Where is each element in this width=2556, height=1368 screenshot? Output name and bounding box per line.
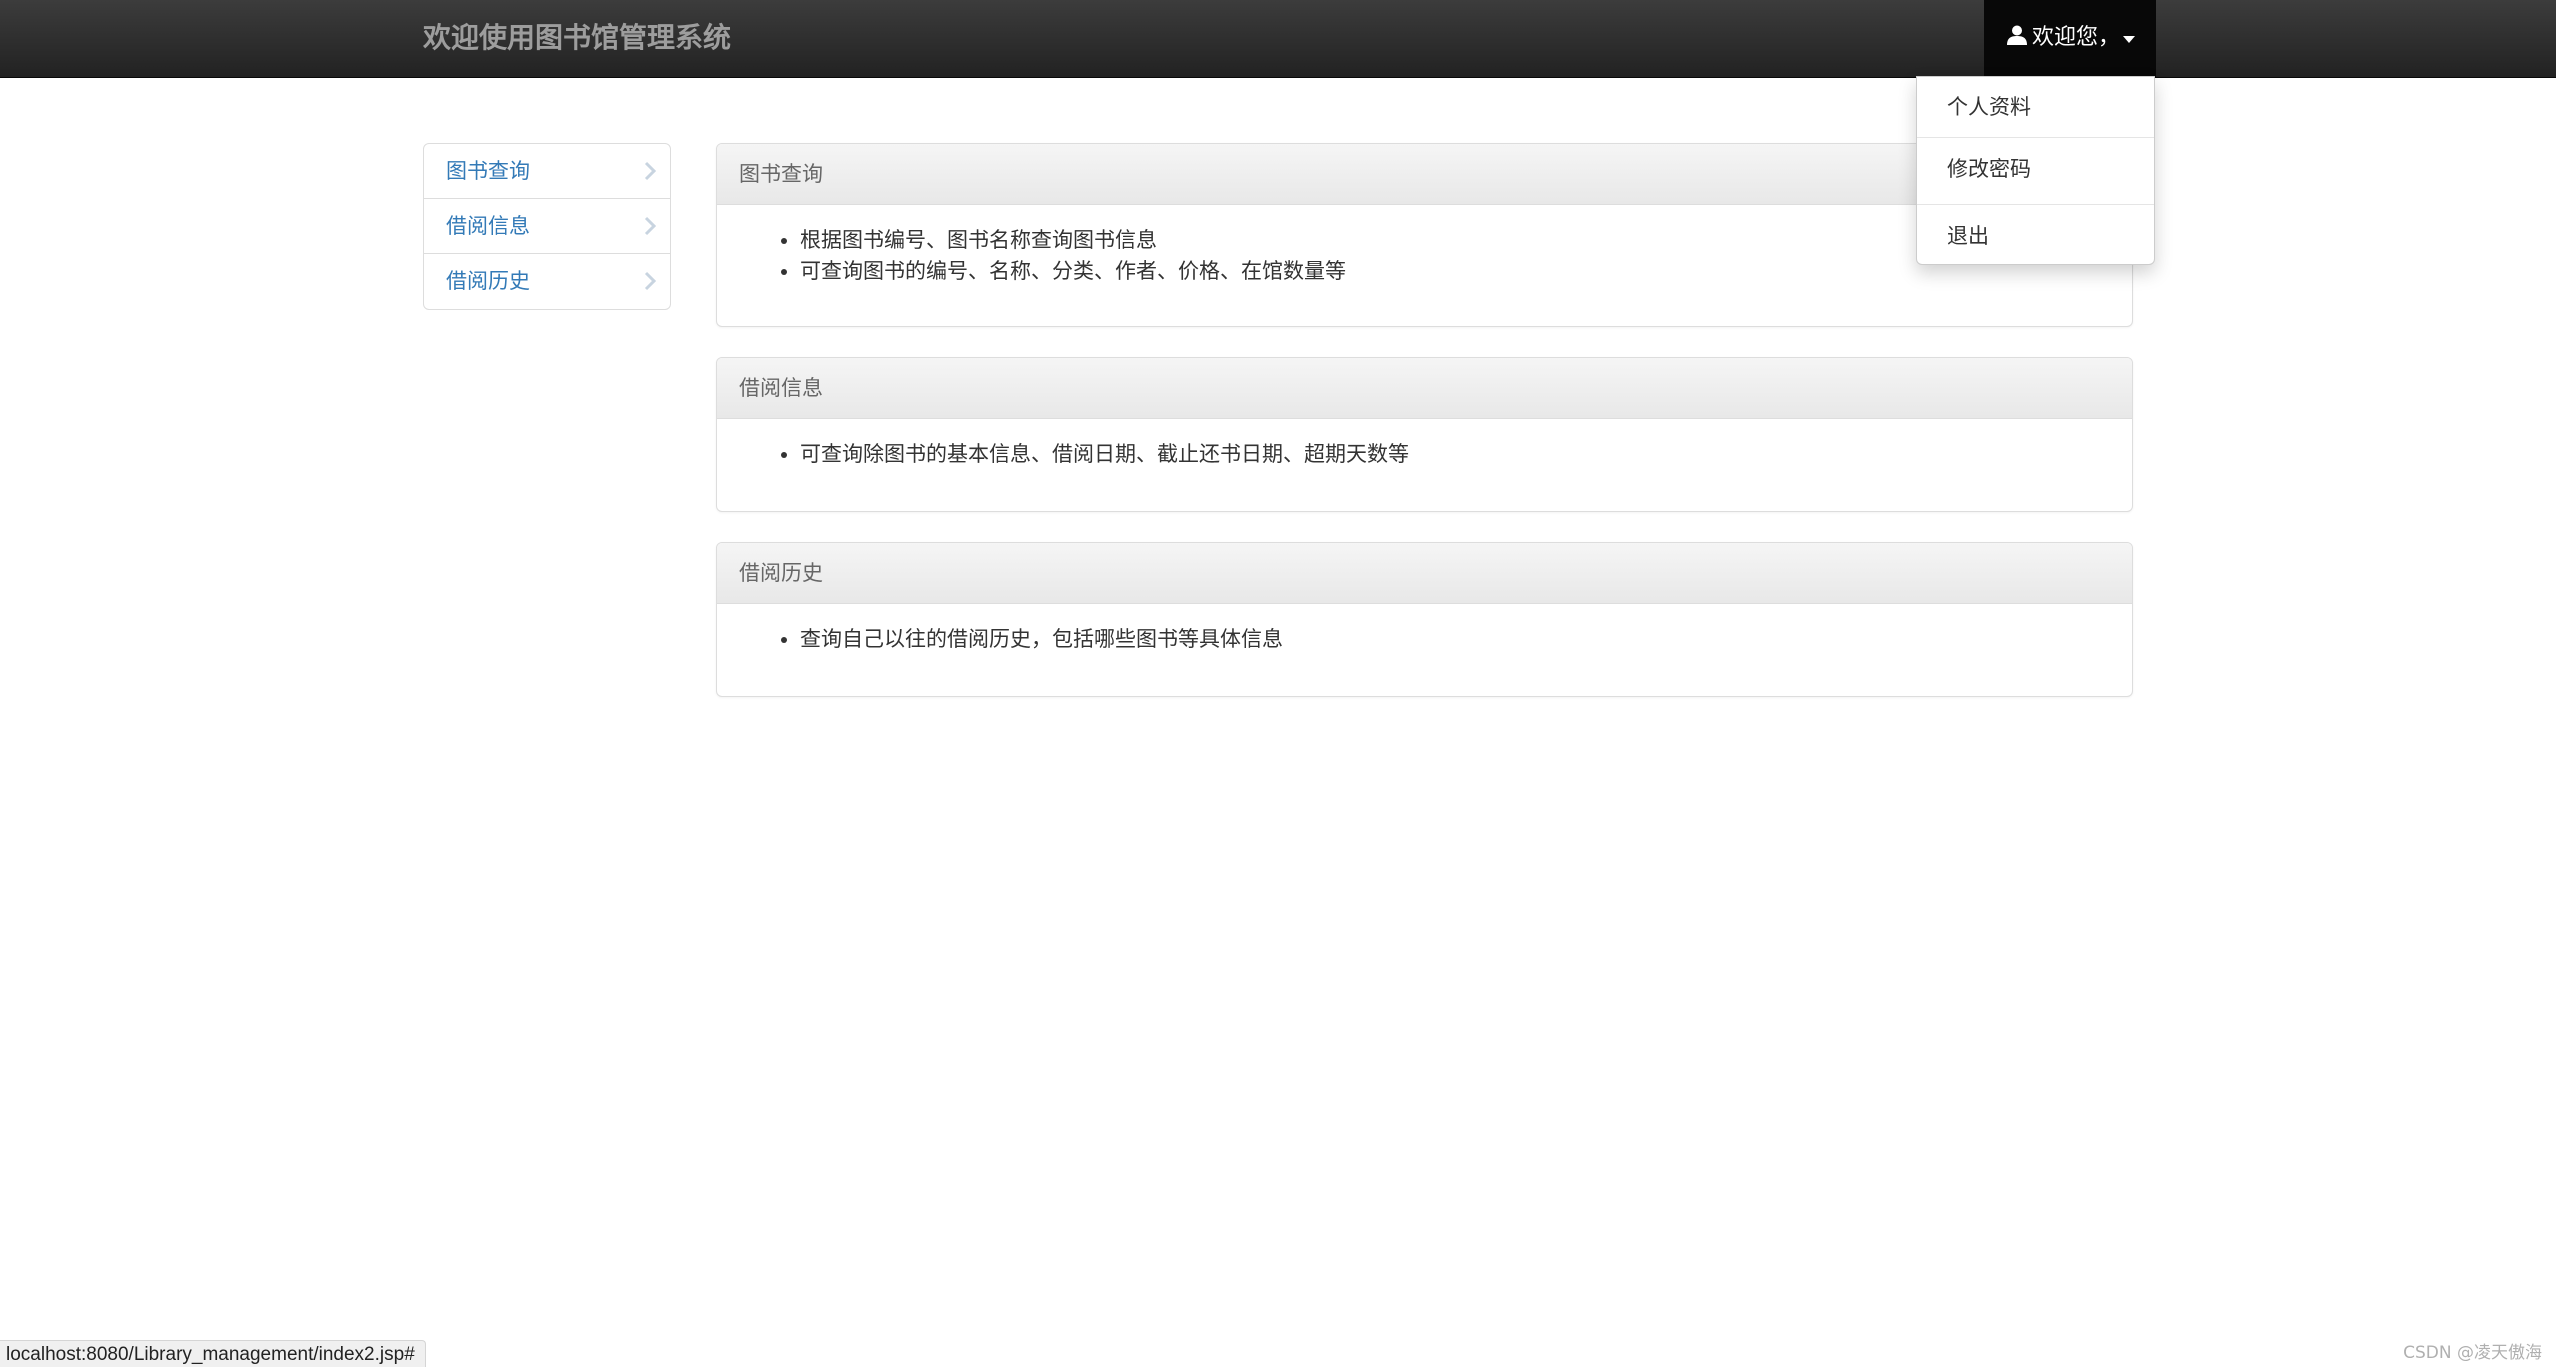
list-item: 查询自己以往的借阅历史，包括哪些图书等具体信息 <box>800 624 2132 655</box>
sidebar-item-label: 借阅历史 <box>446 269 530 293</box>
menu-divider <box>1917 137 2154 138</box>
user-menu-toggle[interactable]: 欢迎您， <box>1984 0 2156 77</box>
panel-borrow-info: 借阅信息 可查询除图书的基本信息、借阅日期、截止还书日期、超期天数等 <box>716 357 2133 512</box>
menu-item-change-password-label: 修改密码 <box>1947 157 2031 181</box>
chevron-right-icon <box>644 216 656 236</box>
sidebar-item-borrow-history[interactable]: 借阅历史 <box>424 254 670 309</box>
panel-body: 可查询除图书的基本信息、借阅日期、截止还书日期、超期天数等 <box>717 419 2132 470</box>
menu-item-change-password[interactable]: 修改密码 <box>1917 149 2154 189</box>
list-item: 可查询除图书的基本信息、借阅日期、截止还书日期、超期天数等 <box>800 439 2132 470</box>
watermark-text: CSDN @凌天傲海 <box>2403 1343 2542 1363</box>
user-menu-label: 欢迎您， <box>2032 25 2121 50</box>
sidebar-item-book-search[interactable]: 图书查询 <box>424 144 670 199</box>
menu-divider <box>1917 204 2154 205</box>
chevron-right-icon <box>644 271 656 291</box>
caret-down-icon <box>2123 36 2135 43</box>
menu-item-profile[interactable]: 个人资料 <box>1917 87 2154 127</box>
sidebar-item-borrow-info[interactable]: 借阅信息 <box>424 199 670 254</box>
panel-body: 查询自己以往的借阅历史，包括哪些图书等具体信息 <box>717 604 2132 655</box>
panel-borrow-history: 借阅历史 查询自己以往的借阅历史，包括哪些图书等具体信息 <box>716 542 2133 697</box>
sidebar-item-label: 图书查询 <box>446 159 530 183</box>
menu-item-logout-label: 退出 <box>1947 224 1989 248</box>
panel-title: 借阅信息 <box>717 358 2132 419</box>
sidebar-nav: 图书查询 借阅信息 借阅历史 <box>423 143 671 310</box>
app-brand-title[interactable]: 欢迎使用图书馆管理系统 <box>423 0 731 77</box>
sidebar-item-label: 借阅信息 <box>446 214 530 238</box>
panel-title: 借阅历史 <box>717 543 2132 604</box>
user-dropdown-menu: 个人资料 修改密码 退出 <box>1916 76 2155 265</box>
browser-status-url: localhost:8080/Library_management/index2… <box>0 1340 426 1367</box>
menu-item-profile-label: 个人资料 <box>1947 95 2031 119</box>
menu-item-logout[interactable]: 退出 <box>1917 216 2154 256</box>
chevron-right-icon <box>644 161 656 181</box>
top-navbar: 欢迎使用图书馆管理系统 欢迎您， <box>0 0 2556 78</box>
user-icon <box>2007 25 2027 45</box>
